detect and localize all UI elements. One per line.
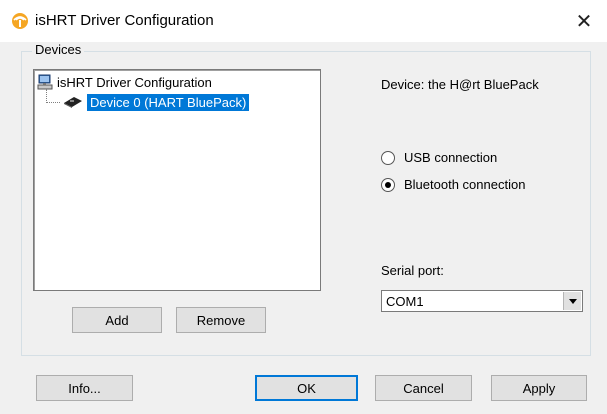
computer-icon [37,74,53,90]
close-button[interactable]: ✕ [561,0,607,42]
device-icon [64,97,82,108]
title-bar: isHRT Driver Configuration ✕ [0,0,607,42]
tree-item-device-0[interactable]: Device 0 (HART BluePack) [62,93,250,111]
apply-button[interactable]: Apply [491,375,587,401]
radio-button[interactable] [381,177,395,192]
bluetooth-connection-radio[interactable]: Bluetooth connection [381,177,525,192]
hart-logo-icon [12,13,28,29]
remove-button[interactable]: Remove [176,307,266,333]
close-icon: ✕ [575,10,593,33]
usb-connection-label: USB connection [404,150,498,165]
tree-root-label: isHRT Driver Configuration [57,74,212,90]
tree-root-item[interactable]: isHRT Driver Configuration [37,73,212,91]
info-button[interactable]: Info... [36,375,133,401]
cancel-button[interactable]: Cancel [375,375,472,401]
serial-port-label: Serial port: [381,263,444,278]
device-tree[interactable]: isHRT Driver Configuration Device 0 (HAR… [33,69,321,291]
usb-connection-radio[interactable]: USB connection [381,150,497,165]
tree-item-label: Device 0 (HART BluePack) [87,93,250,111]
serial-port-select[interactable]: COM1 [381,290,583,312]
ok-button[interactable]: OK [255,375,358,401]
tree-connector-line [46,89,47,103]
window-title: isHRT Driver Configuration [35,12,214,29]
device-name-label: Device: the H@rt BluePack [381,77,539,92]
chevron-down-icon[interactable] [563,292,581,310]
radio-button[interactable] [381,150,395,165]
tree-connector-line [46,102,60,103]
devices-group-label: Devices [32,42,85,57]
serial-port-value: COM1 [386,294,424,309]
bluetooth-connection-label: Bluetooth connection [404,177,526,192]
add-button[interactable]: Add [72,307,162,333]
